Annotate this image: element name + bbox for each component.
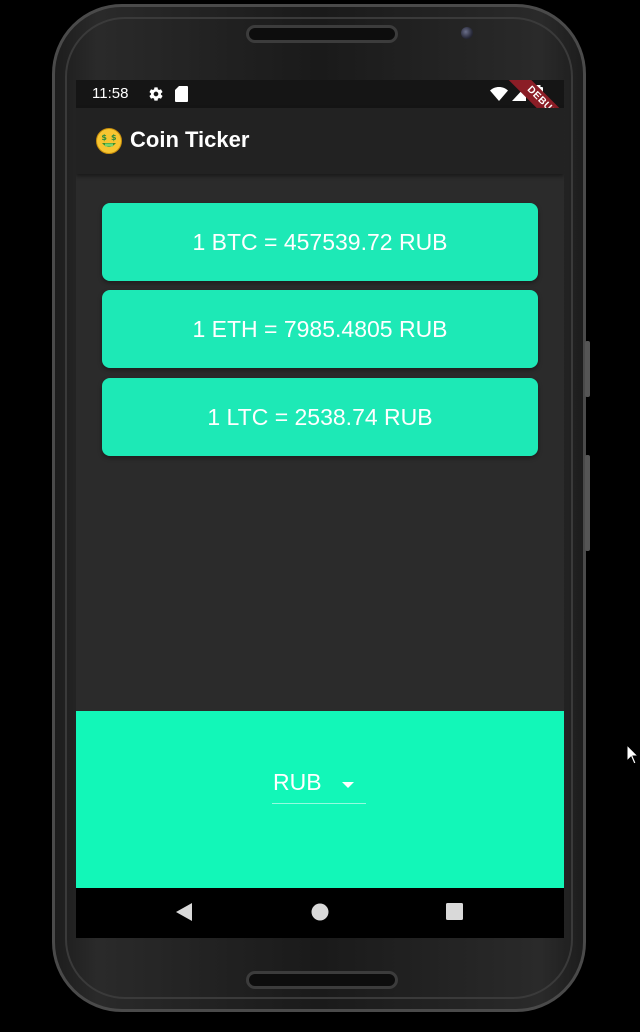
ltc-rate-text: 1 LTC = 2538.74 RUB <box>207 403 433 430</box>
svg-text:$: $ <box>101 133 107 142</box>
app-bar: $ $ Coin Ticker <box>76 108 564 174</box>
power-button[interactable] <box>585 455 590 551</box>
wifi-icon <box>490 87 508 101</box>
eth-rate-card[interactable]: 1 ETH = 7985.4805 RUB <box>102 290 538 368</box>
back-icon[interactable] <box>176 903 192 921</box>
sd-card-icon <box>175 86 188 102</box>
settings-icon <box>149 87 163 101</box>
stage: 11:58 DEBUG $ $ Coin Ticker 1 BTC = 4575… <box>0 0 640 1032</box>
currency-dropdown-value: RUB <box>273 769 322 795</box>
bottom-speaker <box>246 971 398 989</box>
btc-rate-text: 1 BTC = 457539.72 RUB <box>192 228 448 255</box>
earpiece-speaker <box>246 25 398 43</box>
status-time: 11:58 <box>92 85 129 102</box>
svg-text:$: $ <box>111 133 117 142</box>
status-bar: 11:58 DEBUG <box>76 80 564 142</box>
btc-rate-card[interactable]: 1 BTC = 457539.72 RUB <box>102 203 538 281</box>
system-nav-bar <box>76 888 564 938</box>
recents-icon[interactable] <box>446 903 463 920</box>
app-title: Coin Ticker <box>130 127 250 152</box>
home-icon[interactable] <box>311 903 329 921</box>
device-screen: 11:58 DEBUG $ $ Coin Ticker 1 BTC = 4575… <box>76 80 564 938</box>
currency-picker-panel: RUB <box>76 711 564 888</box>
currency-dropdown[interactable]: RUB <box>272 765 366 804</box>
mouse-cursor-icon <box>626 744 640 765</box>
volume-button[interactable] <box>585 341 590 397</box>
front-camera <box>461 27 473 39</box>
ltc-rate-card[interactable]: 1 LTC = 2538.74 RUB <box>102 378 538 456</box>
money-mouth-face-icon: $ $ <box>96 128 122 154</box>
dropdown-arrow-icon <box>342 782 354 788</box>
eth-rate-text: 1 ETH = 7985.4805 RUB <box>192 315 448 342</box>
